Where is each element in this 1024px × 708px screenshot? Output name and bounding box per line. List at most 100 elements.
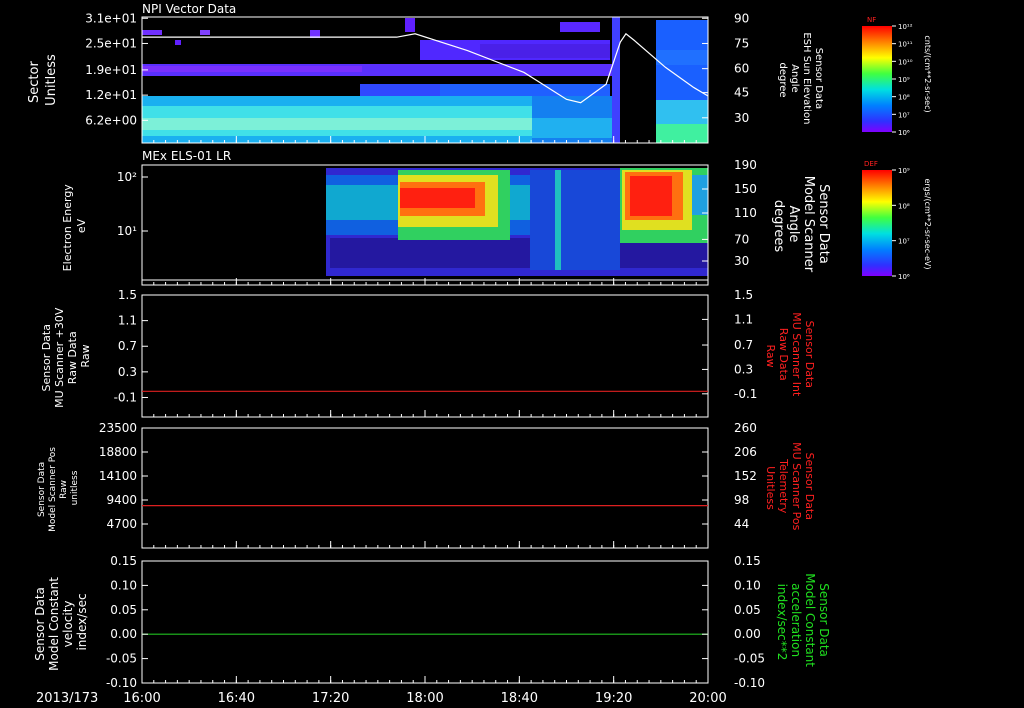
date-label: 2013/173 [36, 691, 98, 706]
right-axis-label: Raw Data [777, 328, 790, 381]
y-tick-label: -0.05 [106, 652, 137, 666]
y-tick-label: 1.9e+01 [85, 63, 137, 77]
right-tick-label: 110 [734, 206, 757, 220]
y-axis-label: Model Constant [47, 577, 61, 671]
right-tick-label: 1.1 [734, 312, 753, 326]
right-tick-label: -0.10 [734, 676, 765, 690]
y-tick-label: -0.1 [114, 390, 137, 404]
svg-text:Sensor Data MU Scanner I: Sensor Data MU Scanner Int Raw Data Raw [764, 312, 816, 400]
right-tick-label: 98 [734, 493, 749, 507]
right-axis-label: Sensor Data [816, 184, 831, 264]
y-axis-label: Sensor Data [33, 587, 47, 661]
right-tick-label: -0.1 [734, 387, 757, 401]
right-axis-label: Sensor Data [813, 48, 824, 109]
x-tick-label: 16:40 [218, 691, 255, 706]
colorbar-tick-label: 10⁷ [898, 111, 910, 119]
svg-text:Sensor Data MU Scanner +: Sensor Data MU Scanner +30V Raw Data Raw [40, 304, 92, 408]
colorbar-tick-label: 10⁶ [898, 129, 910, 137]
y-axis-label: Electron Energy [61, 184, 74, 272]
colorbar-tick-label: 10¹⁰ [898, 58, 913, 66]
colorbar-tick-label: 10¹² [898, 23, 913, 31]
right-tick-label: 0.7 [734, 338, 753, 352]
right-axis-label: Sensor Data [817, 583, 831, 657]
right-axis-label: Sensor Data [803, 321, 816, 388]
panel-title: NPI Vector Data [142, 2, 236, 16]
y-axis-label: Raw [79, 344, 92, 367]
svg-text:Sensor Data Model Consta: Sensor Data Model Constant velocity inde… [33, 573, 89, 671]
right-axis-label: Model Scanner [801, 176, 816, 273]
right-tick-label: 150 [734, 182, 757, 196]
y-tick-label: 0.3 [118, 365, 137, 379]
y-axis-label: Model Scanner Pos [48, 447, 58, 532]
colorbar-tick-label: 10⁹ [898, 76, 910, 84]
y-tick-label: 0.10 [110, 578, 137, 592]
colorbar-nf: NF 10¹² 10¹¹ 10¹⁰ 10⁹ 10⁸ 10⁷ 10⁶ cnts/(cm**2-… [862, 16, 932, 137]
right-axis-label: degrees [771, 200, 786, 253]
right-axis-label: ESH Sun Elevation [801, 32, 812, 124]
y-tick-label: 1.2e+01 [85, 88, 137, 102]
panel-els: MEx ELS-01 LR 10²10¹ 1901501107030 Elect… [61, 149, 831, 286]
panel-npi: NPI Vector Data 3.1e+012.5e+011.9e+011.2… [27, 2, 824, 144]
right-tick-label: 70 [734, 232, 749, 246]
colorbar-tick-label: 10⁶ [898, 273, 910, 281]
colorbar-label: NF [867, 16, 876, 24]
x-tick-label: 19:20 [595, 691, 632, 706]
colorbar-tick-label: 10⁷ [898, 238, 910, 246]
npi-spectrogram [142, 17, 708, 143]
y-tick-label: 10² [117, 170, 137, 184]
y-tick-label: 0.15 [110, 554, 137, 568]
y-tick-label: 6.2e+00 [85, 113, 137, 127]
right-tick-label: 0.15 [734, 554, 761, 568]
y-tick-label: 0.00 [110, 627, 137, 641]
panel-scanner-pos: 23500 18800 14100 9400 4700 260 206 152 98 44 Se… [37, 421, 816, 549]
y-tick-label: 1.5 [118, 288, 137, 302]
right-axis-label: Angle [789, 64, 800, 92]
y-axis-label: index/sec [75, 593, 89, 650]
y-axis-label: unitless [70, 470, 80, 505]
right-axis-label: Raw [764, 344, 777, 367]
right-tick-label: 75 [734, 36, 749, 50]
right-axis-label: degree [777, 62, 788, 97]
svg-text:Sensor Data ESH Sun Elev: Sensor Data ESH Sun Elevation Angle degr… [777, 32, 824, 127]
y-axis-label: eV [75, 218, 88, 233]
right-tick-label: 0.10 [734, 578, 761, 592]
panel-scanner-30v: 1.5 1.1 0.7 0.3 -0.1 1.5 1.1 0.7 0.3 -0.1 Sensor… [40, 288, 816, 418]
colorbar-def: DEF 10⁹ 10⁸ 10⁷ 10⁶ ergs/(cm**2-sr-sec-eV) [862, 160, 932, 281]
y-tick-label: 0.7 [118, 339, 137, 353]
y-tick-label: 10¹ [117, 224, 137, 238]
right-tick-label: 190 [734, 158, 757, 172]
right-tick-label: 30 [734, 254, 749, 268]
right-tick-label: 45 [734, 86, 749, 100]
right-tick-label: 0.3 [734, 362, 753, 376]
right-tick-label: 30 [734, 111, 749, 125]
right-axis-label: index/sec**2 [775, 584, 789, 661]
colorbar-tick-label: 10¹¹ [898, 41, 913, 49]
y-tick-label: 4700 [106, 517, 137, 531]
colorbar-units: cnts/(cm**2-sr-sec) [923, 35, 932, 112]
svg-text:Sector Unitless: Sector Unitless [27, 54, 59, 106]
y-axis-label: Raw [59, 480, 69, 499]
y-axis-label: Sensor Data [40, 324, 53, 391]
right-axis-label: Sensor Data [803, 453, 816, 520]
right-tick-label: 60 [734, 62, 749, 76]
right-axis-label: Model Constant [803, 573, 817, 667]
right-tick-label: 1.5 [734, 288, 753, 302]
plot-stage: NPI Vector Data 3.1e+012.5e+011.9e+011.2… [27, 2, 932, 706]
x-tick-label: 17:20 [312, 691, 349, 706]
y-axis-label: Sector [27, 61, 42, 103]
svg-text:Sensor Data MU Scanner P: Sensor Data MU Scanner Pos Telemetry Uni… [764, 442, 816, 534]
els-spectrogram [142, 165, 708, 285]
y-tick-label: 3.1e+01 [85, 11, 137, 25]
svg-text:Sensor Data Model Scanne: Sensor Data Model Scanner Angle degrees [771, 176, 831, 277]
right-axis-label: Telemetry [777, 458, 790, 514]
y-tick-label: 9400 [106, 493, 137, 507]
right-axis-label: Unitless [764, 466, 777, 510]
right-tick-label: 206 [734, 445, 757, 459]
panel-model-constant: 0.15 0.10 0.05 0.00 -0.05 -0.10 0.15 0.10 0.05 0… [33, 554, 831, 690]
y-tick-label: 23500 [99, 421, 137, 435]
right-tick-label: 0.00 [734, 627, 761, 641]
y-axis-label: Raw Data [66, 331, 79, 384]
y-axis-label: Sensor Data [37, 462, 47, 517]
y-tick-label: 14100 [99, 469, 137, 483]
colorbar-label: DEF [864, 160, 878, 168]
